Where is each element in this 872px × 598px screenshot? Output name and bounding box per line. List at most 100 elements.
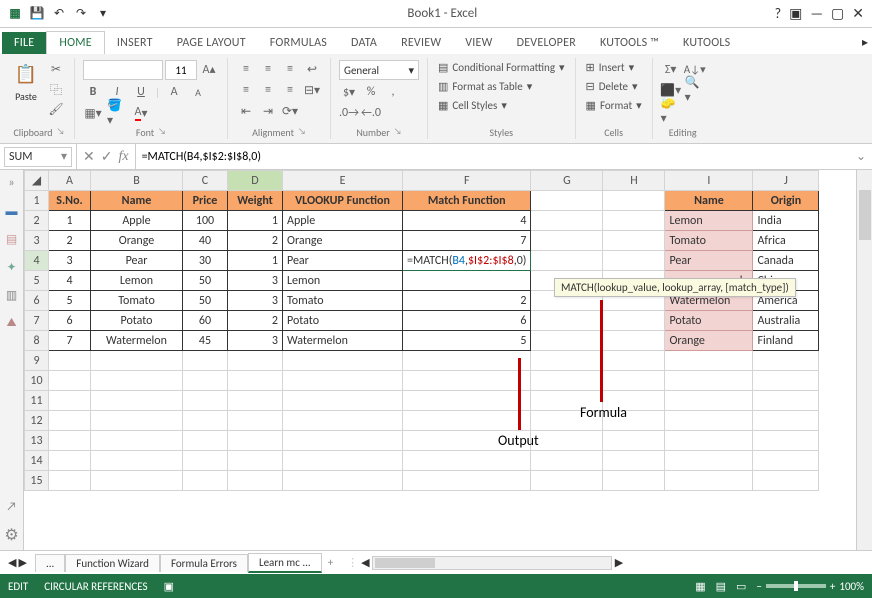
minimize-icon[interactable]: — <box>810 5 823 22</box>
cell[interactable]: 2 <box>228 311 283 331</box>
cut-icon[interactable]: ✂ <box>46 60 66 78</box>
cell[interactable] <box>531 211 603 231</box>
sheet-tab-learn[interactable]: Learn mc ... <box>248 553 322 573</box>
cell[interactable] <box>283 431 403 451</box>
cell[interactable] <box>531 331 603 351</box>
cell[interactable] <box>49 351 91 371</box>
cell[interactable] <box>283 371 403 391</box>
cell[interactable] <box>665 371 753 391</box>
cell[interactable] <box>91 451 183 471</box>
row-header[interactable]: 2 <box>25 211 49 231</box>
fill-color-icon[interactable]: 🪣▾ <box>107 104 127 122</box>
row-header[interactable]: 15 <box>25 471 49 491</box>
cell[interactable] <box>603 311 665 331</box>
cell[interactable]: Australia <box>753 311 819 331</box>
cell[interactable] <box>531 351 603 371</box>
cell[interactable]: 2 <box>403 291 531 311</box>
cell[interactable]: 7 <box>403 231 531 251</box>
cell[interactable] <box>665 391 753 411</box>
cell[interactable]: 100 <box>183 211 228 231</box>
sheet-add-icon[interactable]: + <box>322 556 339 569</box>
cell[interactable] <box>283 391 403 411</box>
copy-icon[interactable]: ⿻ <box>46 80 66 98</box>
cell[interactable] <box>531 371 603 391</box>
tab-kutools-tm[interactable]: KUTOOLS ™ <box>588 32 671 54</box>
cell[interactable]: Name <box>665 191 753 211</box>
cell[interactable] <box>183 371 228 391</box>
cell[interactable] <box>665 431 753 451</box>
sheet-nav-prev-icon[interactable]: ◀ <box>8 556 16 569</box>
cell[interactable] <box>531 251 603 271</box>
increase-decimal-icon[interactable]: .0→ <box>339 104 359 122</box>
cell[interactable] <box>753 471 819 491</box>
wrap-text-icon[interactable]: ↩ <box>302 60 322 78</box>
cell[interactable] <box>753 351 819 371</box>
tab-overflow-icon[interactable]: ▸ <box>858 31 872 54</box>
cell[interactable] <box>603 331 665 351</box>
cell[interactable] <box>183 471 228 491</box>
tab-data[interactable]: DATA <box>339 32 389 54</box>
bold-button[interactable]: B <box>83 83 103 101</box>
formula-expand-icon[interactable]: ⌄ <box>850 149 872 164</box>
number-format-select[interactable]: General▾ <box>339 60 419 80</box>
indent-increase-icon[interactable]: ⇥ <box>258 102 278 120</box>
side-settings-icon[interactable]: ⚙ <box>3 526 21 544</box>
select-all[interactable]: ◢ <box>25 171 49 191</box>
format-cells-button[interactable]: ▦Format▾ <box>584 98 644 113</box>
cell[interactable]: Africa <box>753 231 819 251</box>
row-header[interactable]: 10 <box>25 371 49 391</box>
view-normal-icon[interactable]: ▦ <box>695 580 705 593</box>
horizontal-scrollbar[interactable]: ◀▶ <box>372 556 612 570</box>
cell[interactable] <box>91 431 183 451</box>
cell[interactable] <box>603 371 665 391</box>
cell[interactable] <box>228 391 283 411</box>
cell[interactable] <box>183 431 228 451</box>
indent-decrease-icon[interactable]: ⇤ <box>236 102 256 120</box>
clear-icon[interactable]: 🧽▾ <box>661 102 681 120</box>
conditional-formatting-button[interactable]: ▤Conditional Formatting▾ <box>436 60 567 75</box>
qat-redo-icon[interactable]: ↷ <box>72 5 90 23</box>
cell[interactable]: Weight <box>228 191 283 211</box>
col-header-e[interactable]: E <box>283 171 403 191</box>
cell[interactable]: Orange <box>91 231 183 251</box>
cell[interactable] <box>91 411 183 431</box>
align-middle-icon[interactable]: ≡ <box>258 60 278 78</box>
cell[interactable]: 4 <box>49 271 91 291</box>
sheet-tab-dots[interactable]: ... <box>35 554 65 572</box>
row-header[interactable]: 7 <box>25 311 49 331</box>
side-tool-1-icon[interactable]: ▬ <box>3 202 21 220</box>
view-page-layout-icon[interactable]: ▤ <box>716 580 726 593</box>
cell-styles-button[interactable]: ▦Cell Styles▾ <box>436 98 509 113</box>
cell[interactable] <box>531 231 603 251</box>
cell[interactable] <box>753 411 819 431</box>
cell[interactable] <box>665 351 753 371</box>
close-icon[interactable]: ✕ <box>852 5 864 22</box>
row-header[interactable]: 13 <box>25 431 49 451</box>
col-header-g[interactable]: G <box>531 171 603 191</box>
cell[interactable]: Pear <box>283 251 403 271</box>
cell[interactable] <box>665 471 753 491</box>
font-size-input[interactable] <box>165 60 197 80</box>
cell[interactable] <box>49 371 91 391</box>
cell[interactable]: 1 <box>228 211 283 231</box>
cell[interactable]: Lemon <box>665 211 753 231</box>
cell[interactable] <box>753 391 819 411</box>
formula-input[interactable] <box>136 147 850 167</box>
ribbon-options-icon[interactable]: ▣ <box>789 5 802 22</box>
row-header[interactable]: 9 <box>25 351 49 371</box>
cell[interactable]: VLOOKUP Function <box>283 191 403 211</box>
cell[interactable]: Lemon <box>91 271 183 291</box>
col-header-a[interactable]: A <box>49 171 91 191</box>
cell[interactable]: Canada <box>753 251 819 271</box>
row-header[interactable]: 8 <box>25 331 49 351</box>
cell[interactable] <box>403 471 531 491</box>
cell[interactable] <box>403 411 531 431</box>
cell[interactable] <box>403 351 531 371</box>
cell[interactable] <box>183 411 228 431</box>
cell[interactable]: Watermelon <box>283 331 403 351</box>
col-header-f[interactable]: F <box>403 171 531 191</box>
align-bottom-icon[interactable]: ≡ <box>280 60 300 78</box>
side-tool-3-icon[interactable]: ✦ <box>3 258 21 276</box>
side-tool-5-icon[interactable]: ⛰ <box>3 314 21 332</box>
help-icon[interactable]: ? <box>775 5 782 22</box>
